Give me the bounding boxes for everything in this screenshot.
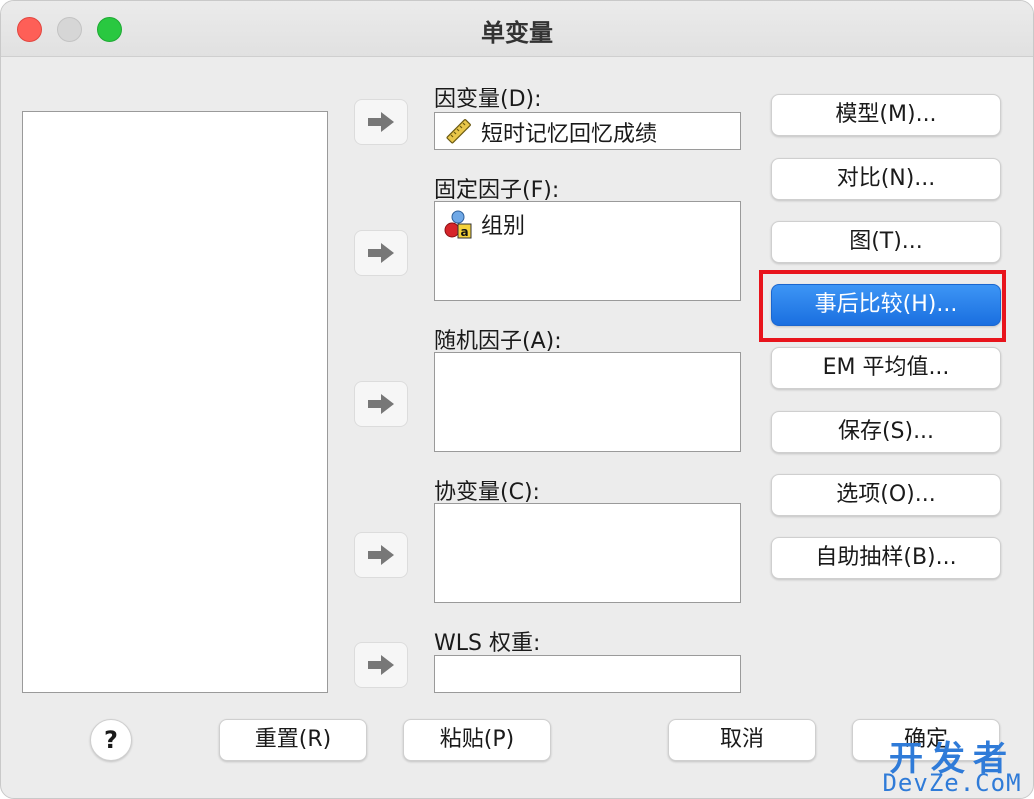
ruler-icon [446, 119, 471, 144]
window-title: 单变量 [481, 19, 553, 47]
fixed-factor-box[interactable]: a 组别 [434, 201, 741, 301]
reset-button[interactable]: 重置(R) [219, 719, 367, 761]
wls-weight-label: WLS 权重: [434, 631, 541, 656]
arrow-right-icon [368, 112, 394, 132]
nominal-variable-icon: a [444, 210, 472, 239]
move-to-random-factor-button[interactable] [354, 381, 408, 427]
options-button[interactable]: 选项(O)... [771, 474, 1001, 516]
contrast-button[interactable]: 对比(N)... [771, 158, 1001, 200]
dependent-variable-name: 短时记忆回忆成绩 [481, 122, 658, 147]
arrow-right-icon [368, 655, 394, 675]
source-variable-list[interactable] [22, 111, 328, 693]
dependent-variable-box[interactable]: 短时记忆回忆成绩 [434, 112, 741, 150]
fixed-factor-name: 组别 [481, 214, 526, 239]
list-item[interactable]: 短时记忆回忆成绩 [435, 113, 740, 151]
random-factor-box[interactable] [434, 352, 741, 452]
help-button[interactable]: ? [90, 719, 132, 761]
move-to-covariate-button[interactable] [354, 532, 408, 578]
random-factor-label: 随机因子(A): [434, 329, 562, 354]
titlebar: 单变量 [1, 1, 1033, 57]
em-means-button[interactable]: EM 平均值... [771, 347, 1001, 389]
bootstrap-button[interactable]: 自助抽样(B)... [771, 537, 1001, 579]
save-button[interactable]: 保存(S)... [771, 411, 1001, 453]
list-item[interactable]: a 组别 [435, 202, 740, 246]
arrow-right-icon [368, 394, 394, 414]
watermark-line2: DevZe.CoM [882, 769, 1022, 797]
wls-weight-box[interactable] [434, 655, 741, 693]
move-to-wls-weight-button[interactable] [354, 642, 408, 688]
move-to-fixed-factor-button[interactable] [354, 230, 408, 276]
arrow-right-icon [368, 243, 394, 263]
paste-button[interactable]: 粘贴(P) [403, 719, 551, 761]
covariate-box[interactable] [434, 503, 741, 603]
svg-text:a: a [460, 225, 468, 239]
model-button[interactable]: 模型(M)... [771, 94, 1001, 136]
fixed-factor-label: 固定因子(F): [434, 178, 560, 203]
covariate-label: 协变量(C): [434, 480, 540, 505]
plots-button[interactable]: 图(T)... [771, 221, 1001, 263]
post-hoc-highlight-box [759, 270, 1006, 342]
arrow-right-icon [368, 545, 394, 565]
cancel-button[interactable]: 取消 [668, 719, 816, 761]
move-to-dependent-button[interactable] [354, 99, 408, 145]
dependent-variable-label: 因变量(D): [434, 87, 542, 112]
watermark: 开发者 DevZe.CoM [873, 731, 1031, 797]
univariate-dialog: 单变量 因变量(D): 短时记忆回忆成绩 固定因子(F): a 组别 随机因子(… [0, 0, 1034, 799]
